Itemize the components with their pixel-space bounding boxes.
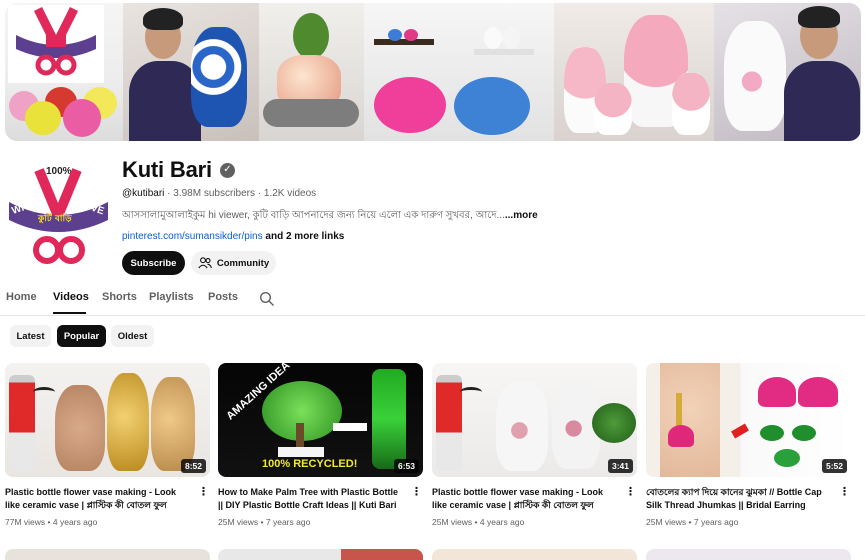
video-age: 7 years ago [265, 517, 311, 527]
video-age: 7 years ago [693, 517, 739, 527]
video-meta: 25M views • 4 years ago [432, 517, 524, 527]
meta-separator-1: · [164, 188, 174, 199]
channel-link-pinterest[interactable]: pinterest.com/sumansikder/pins [122, 231, 263, 242]
video-thumbnail[interactable]: 5:52 [646, 363, 851, 477]
chip-popular[interactable]: Popular [57, 325, 106, 347]
channel-links: pinterest.com/sumansikder/pins and 2 mor… [122, 231, 344, 242]
video-card[interactable]: 5:52 বোতলের ক্যাপ দিয়ে কানের ঝুমকা // B… [646, 363, 851, 527]
video-views: 25M views [432, 517, 473, 527]
video-meta: 77M views • 4 years ago [5, 517, 97, 527]
video-views: 77M views [5, 517, 46, 527]
video-age: 4 years ago [479, 517, 525, 527]
banner-panel-hand-planter [259, 3, 364, 141]
avatar-text-100: 100% [46, 166, 72, 177]
tab-playlists[interactable]: Playlists [149, 291, 194, 303]
video-duration: 3:41 [607, 459, 633, 473]
kebab-menu-icon[interactable]: ⋮ [198, 486, 209, 500]
channel-meta: @kutibari · 3.98M subscribers · 1.2K vid… [122, 188, 316, 199]
video-thumbnail[interactable]: 3:41 [432, 363, 637, 477]
tab-home[interactable]: Home [6, 291, 37, 303]
video-meta: 25M views • 7 years ago [646, 517, 738, 527]
banner-panel-white-vase [714, 3, 861, 141]
tab-videos[interactable]: Videos [53, 291, 89, 303]
video-title[interactable]: Plastic bottle flower vase making - Look… [432, 486, 616, 512]
video-thumbnail[interactable]: 8:52 [5, 363, 210, 477]
video-card[interactable]: 8:52 Plastic bottle flower vase making -… [5, 363, 210, 527]
more-links-button[interactable]: and 2 more links [263, 231, 344, 242]
video-duration: 6:53 [393, 459, 419, 473]
community-button-label: Community [216, 257, 270, 269]
kebab-menu-icon[interactable]: ⋮ [625, 486, 636, 500]
tab-posts[interactable]: Posts [208, 291, 238, 303]
tab-shorts[interactable]: Shorts [102, 291, 137, 303]
video-thumbnail-next-row[interactable] [432, 549, 637, 560]
video-age: 4 years ago [52, 517, 98, 527]
search-icon[interactable] [259, 291, 275, 307]
channel-tabs: Home Videos Shorts Playlists Posts [0, 286, 865, 316]
banner-logo [8, 5, 104, 83]
video-thumbnail-next-row[interactable] [218, 549, 423, 560]
video-duration: 5:52 [821, 459, 847, 473]
subscribe-button[interactable]: Subscribe [122, 251, 185, 275]
channel-name-text: Kuti Bari [122, 157, 212, 182]
kebab-menu-icon[interactable]: ⋮ [411, 486, 422, 500]
verified-check-icon: ✓ [219, 162, 235, 178]
channel-description-text: আসসালামুআলাইকুম hi viewer, কুটি বাড়ি আপ… [122, 210, 505, 221]
video-card[interactable]: 3:41 Plastic bottle flower vase making -… [432, 363, 637, 527]
community-people-icon [198, 257, 212, 269]
chip-oldest[interactable]: Oldest [111, 325, 154, 347]
channel-banner [5, 3, 861, 141]
video-card[interactable]: AMAZING IDEA 100% RECYCLED! 6:53 How to … [218, 363, 423, 527]
kebab-menu-icon[interactable]: ⋮ [839, 486, 850, 500]
banner-panel-birds [364, 3, 554, 141]
chip-latest[interactable]: Latest [10, 325, 51, 347]
banner-panel-blue-vase [123, 3, 259, 141]
description-more-link[interactable]: ...more [505, 210, 538, 221]
avatar-text-bengali: কুটি বাড়ি [37, 211, 72, 225]
meta-separator-2: · [254, 188, 264, 199]
video-thumbnail-next-row[interactable] [646, 549, 851, 560]
video-title[interactable]: Plastic bottle flower vase making - Look… [5, 486, 189, 512]
thumb-text-recycled: 100% RECYCLED! [262, 458, 358, 470]
subscriber-count: 3.98M subscribers [173, 188, 255, 199]
video-views: 25M views [218, 517, 259, 527]
channel-description[interactable]: আসসালামুআলাইকুম hi viewer, কুটি বাড়ি আপ… [122, 208, 538, 225]
video-title[interactable]: How to Make Palm Tree with Plastic Bottl… [218, 486, 402, 512]
active-tab-underline [53, 312, 86, 314]
banner-panel-logo-balls [5, 3, 123, 141]
video-title[interactable]: বোতলের ক্যাপ দিয়ে কানের ঝুমকা // Bottle… [646, 486, 830, 512]
video-thumbnail-next-row[interactable] [5, 549, 210, 560]
channel-avatar[interactable]: 100% WITH LOVE কুটি বাড়ি [5, 158, 112, 270]
video-meta: 25M views • 7 years ago [218, 517, 310, 527]
video-count: 1.2K videos [263, 188, 317, 199]
banner-panel-pink-vases [554, 3, 714, 141]
video-views: 25M views [646, 517, 687, 527]
channel-name: Kuti Bari ✓ [122, 157, 235, 183]
channel-handle: @kutibari [122, 188, 165, 199]
video-duration: 8:52 [180, 459, 206, 473]
community-button[interactable]: Community [191, 251, 276, 275]
video-thumbnail[interactable]: AMAZING IDEA 100% RECYCLED! 6:53 [218, 363, 423, 477]
